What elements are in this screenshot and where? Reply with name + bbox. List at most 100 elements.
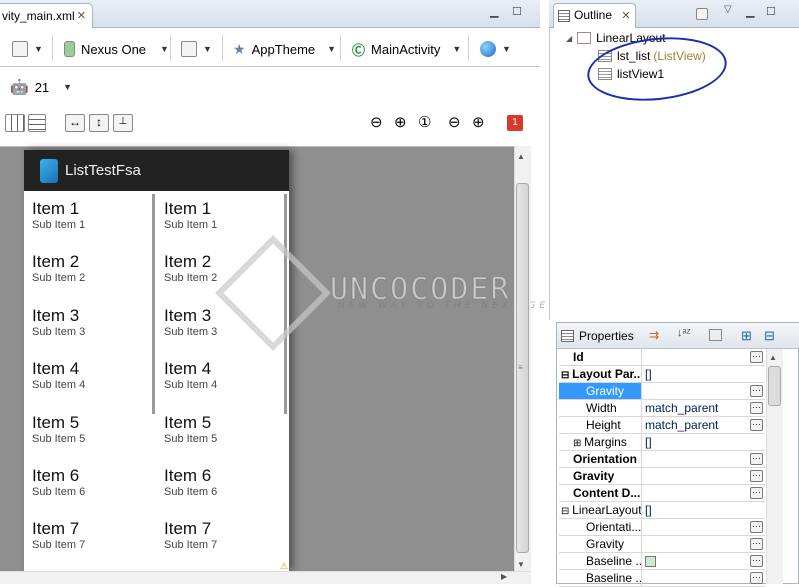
activity-selector[interactable]: Ⓒ MainActivity ▼ — [352, 39, 461, 59]
property-row[interactable]: Baseline ... ··· — [559, 570, 765, 587]
collapse-icon[interactable]: ⊟ — [561, 506, 572, 517]
list-item[interactable]: Item 6 Sub Item 6 — [157, 459, 282, 512]
list-scrollbar[interactable] — [152, 194, 155, 414]
more-icon[interactable]: ··· — [750, 555, 763, 567]
maximize-icon[interactable]: ☐ — [512, 6, 522, 18]
more-icon[interactable]: ··· — [750, 538, 763, 550]
property-row[interactable]: ⊟ LinearLayout[] — [559, 502, 765, 519]
zoom-in-icon[interactable]: ⊕ — [472, 113, 485, 131]
list-item[interactable]: Item 6 Sub Item 6 — [25, 459, 150, 512]
property-value[interactable]: ··· — [642, 485, 765, 501]
property-value[interactable]: ··· — [642, 536, 765, 552]
property-value[interactable]: match_parent ··· — [642, 417, 765, 433]
scroll-right-icon[interactable]: ▶ — [501, 572, 507, 581]
list-item[interactable]: Item 1 Sub Item 1 — [157, 192, 282, 245]
theme-selector[interactable]: ★ AppTheme ▼ — [233, 39, 336, 59]
fill-width-icon[interactable]: ↔ — [65, 114, 85, 132]
list-item[interactable]: Item 7 Sub Item 7 — [25, 512, 150, 565]
property-row[interactable]: ⊞ Margins[] — [559, 434, 765, 451]
list-item[interactable]: Item 1 Sub Item 1 — [25, 192, 150, 245]
property-value[interactable]: match_parent ··· — [642, 400, 765, 416]
property-row[interactable]: Orientati... ··· — [559, 519, 765, 536]
property-row[interactable]: Height match_parent ··· — [559, 417, 765, 434]
expand-icon[interactable]: ⊞ — [573, 438, 584, 449]
device-selector[interactable]: Nexus One ▼ — [64, 39, 169, 59]
property-name: Gravity — [559, 536, 642, 552]
more-icon[interactable]: ··· — [750, 470, 763, 482]
property-value[interactable]: [] — [642, 366, 765, 382]
horizontal-scrollbar[interactable] — [0, 571, 531, 584]
more-icon[interactable]: ··· — [750, 572, 763, 584]
layout-vertical-icon[interactable] — [28, 114, 46, 132]
more-icon[interactable]: ··· — [750, 487, 763, 499]
zoom-100-icon[interactable]: ① — [418, 113, 431, 131]
zoom-real-icon[interactable]: ⊕ — [394, 113, 407, 131]
more-icon[interactable]: ··· — [750, 351, 763, 363]
list-item[interactable]: Item 3 Sub Item 3 — [25, 299, 150, 352]
more-icon[interactable]: ··· — [750, 385, 763, 397]
property-value[interactable]: ··· — [642, 451, 765, 467]
more-icon[interactable]: ··· — [750, 402, 763, 414]
zoom-fit-icon[interactable]: ⊖ — [370, 113, 383, 131]
locale-selector[interactable]: ▼ — [480, 39, 511, 59]
property-row[interactable]: Orientation ··· — [559, 451, 765, 468]
list-item[interactable]: Item 7 Sub Item 7 — [157, 512, 282, 565]
app-title: ListTestFsa — [65, 162, 141, 179]
expand-all-icon[interactable]: ⊞ — [741, 328, 752, 344]
property-row[interactable]: ⊟ Layout Par...[] — [559, 366, 765, 383]
property-value[interactable]: ··· — [642, 553, 765, 569]
scroll-up-icon[interactable]: ▲ — [517, 152, 525, 161]
sort-icon[interactable]: ↓ᵃᶻ — [677, 327, 691, 339]
api-level-label: 21 — [34, 79, 50, 95]
editor-tab[interactable]: vity_main.xml ✕ — [0, 3, 93, 28]
error-count-badge[interactable]: 1 — [507, 115, 523, 131]
fill-height-icon[interactable]: ↕ — [89, 114, 109, 132]
list-item[interactable]: Item 4 Sub Item 4 — [157, 352, 282, 405]
property-value[interactable]: ··· — [642, 349, 765, 365]
config-selector[interactable]: ▼ — [12, 39, 43, 59]
filter-icon[interactable] — [709, 329, 722, 341]
more-icon[interactable]: ··· — [750, 453, 763, 465]
property-value[interactable]: [] — [642, 502, 765, 518]
view-menu-icon[interactable]: ▽ — [724, 4, 732, 15]
list-item[interactable]: Item 4 Sub Item 4 — [25, 352, 150, 405]
list-item-subtitle: Sub Item 5 — [32, 432, 86, 445]
layout-horizontal-icon[interactable] — [5, 114, 25, 132]
checkbox[interactable] — [645, 556, 656, 568]
close-icon[interactable]: ✕ — [77, 4, 86, 28]
maximize-icon[interactable]: ☐ — [766, 6, 776, 18]
property-row[interactable]: Gravity ··· — [559, 536, 765, 553]
baseline-icon[interactable]: ⊥ — [113, 114, 133, 132]
orientation-selector[interactable]: ▼ — [181, 39, 212, 59]
scroll-down-icon[interactable]: ▼ — [517, 560, 525, 569]
zoom-out-icon[interactable]: ⊖ — [448, 113, 461, 131]
list-item[interactable]: Item 5 Sub Item 5 — [157, 406, 282, 459]
property-row[interactable]: Id ··· — [559, 349, 765, 366]
minimize-icon[interactable]: ▁ — [746, 6, 754, 18]
list-item[interactable]: Item 2 Sub Item 2 — [25, 245, 150, 298]
minimize-icon[interactable]: ▁ — [490, 6, 498, 18]
property-value[interactable]: ··· — [642, 519, 765, 535]
outline-tab[interactable]: Outline ✕ — [553, 3, 636, 28]
property-value[interactable]: [] — [642, 434, 765, 450]
property-row[interactable]: Baseline ... ··· — [559, 553, 765, 570]
property-row[interactable]: Gravity ··· — [559, 468, 765, 485]
property-value[interactable]: ··· — [642, 383, 765, 399]
api-level-selector[interactable]: 🤖 21 ▼ — [10, 77, 72, 97]
collapse-all-icon[interactable]: ⊟ — [764, 328, 775, 344]
scroll-up-icon[interactable]: ▲ — [769, 353, 777, 362]
collapse-all-icon[interactable] — [696, 8, 708, 20]
property-value[interactable]: ··· — [642, 468, 765, 484]
scrollbar-thumb[interactable] — [768, 366, 781, 406]
property-row[interactable]: Content D... ··· — [559, 485, 765, 502]
expand-icon[interactable]: ◢ — [566, 34, 572, 43]
more-icon[interactable]: ··· — [750, 419, 763, 431]
collapse-icon[interactable]: ⊟ — [561, 370, 572, 381]
more-icon[interactable]: ··· — [750, 521, 763, 533]
property-row[interactable]: Width match_parent ··· — [559, 400, 765, 417]
property-row[interactable]: Gravity ··· — [559, 383, 765, 400]
left-list-view[interactable]: Item 1 Sub Item 1 Item 2 Sub Item 2 Item 3… — [25, 192, 150, 566]
list-item[interactable]: Item 5 Sub Item 5 — [25, 406, 150, 459]
close-icon[interactable]: ✕ — [621, 10, 630, 22]
show-advanced-icon[interactable]: ⇉ — [649, 328, 659, 342]
